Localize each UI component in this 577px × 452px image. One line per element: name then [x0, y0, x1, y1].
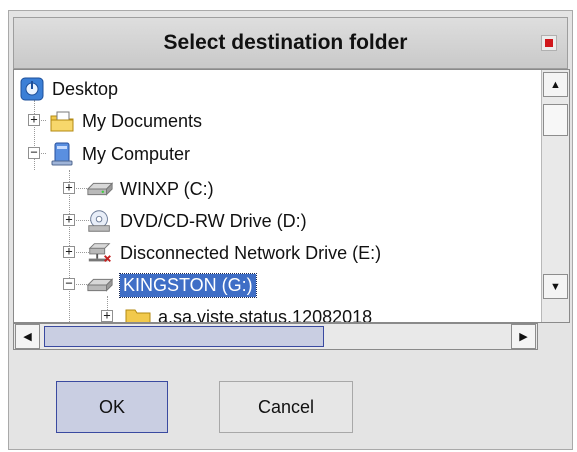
horizontal-scroll-thumb[interactable]	[44, 326, 324, 347]
network-drive-icon	[86, 241, 114, 265]
scroll-up-button[interactable]: ▲	[543, 72, 568, 97]
horizontal-scrollbar[interactable]: ◀ ▶	[13, 323, 538, 350]
ok-button[interactable]: OK	[56, 381, 168, 433]
arrow-right-icon: ▶	[519, 331, 528, 343]
scroll-down-button[interactable]: ▼	[543, 274, 568, 299]
desktop-icon	[18, 77, 46, 101]
vertical-scrollbar[interactable]: ▲ ▼	[541, 70, 569, 322]
tree-node-network-drive-e[interactable]: Disconnected Network Drive (E:)	[86, 237, 381, 269]
folder-icon	[124, 305, 152, 322]
tree-node-subfolder[interactable]: a.sa.viste.status.12082018	[124, 301, 372, 322]
dialog-footer: OK Cancel	[13, 353, 568, 447]
usb-drive-icon	[86, 273, 114, 297]
computer-icon	[48, 142, 76, 166]
close-icon	[545, 39, 553, 47]
tree-node-label: KINGSTON (G:)	[119, 272, 257, 298]
collapse-toggle[interactable]: −	[63, 277, 75, 290]
tree-node-desktop[interactable]: Desktop	[18, 73, 118, 105]
tree-node-label: My Documents	[82, 110, 203, 131]
close-button[interactable]	[541, 35, 557, 51]
tree-node-my-computer[interactable]: My Computer	[48, 138, 190, 170]
tree-node-label: Desktop	[52, 78, 119, 99]
arrow-left-icon: ◀	[23, 331, 32, 343]
expand-toggle[interactable]: +	[28, 113, 40, 126]
title-bar: Select destination folder	[13, 17, 568, 69]
expand-toggle[interactable]: +	[63, 213, 75, 226]
folder-tree[interactable]: Desktop + My Documents − My Computer + W…	[14, 70, 542, 322]
arrow-down-icon: ▼	[550, 280, 561, 293]
cd-drive-icon	[86, 209, 114, 233]
scroll-right-button[interactable]: ▶	[511, 324, 536, 349]
tree-node-winxp-c[interactable]: WINXP (C:)	[86, 173, 214, 205]
scroll-left-button[interactable]: ◀	[15, 324, 40, 349]
expand-toggle[interactable]: +	[63, 245, 75, 258]
tree-node-label: Disconnected Network Drive (E:)	[120, 242, 382, 263]
tree-node-dvd-drive-d[interactable]: DVD/CD-RW Drive (D:)	[86, 205, 307, 237]
tree-node-label: My Computer	[82, 143, 191, 164]
folder-tree-panel: Desktop + My Documents − My Computer + W…	[13, 69, 570, 323]
select-folder-dialog: Select destination folder Desktop + My D…	[8, 10, 573, 450]
tree-node-label: a.sa.viste.status.12082018	[158, 306, 373, 323]
cancel-button[interactable]: Cancel	[219, 381, 353, 433]
dialog-title: Select destination folder	[163, 31, 408, 54]
tree-node-label: DVD/CD-RW Drive (D:)	[120, 210, 307, 231]
arrow-up-icon: ▲	[550, 78, 561, 91]
collapse-toggle[interactable]: −	[28, 146, 40, 159]
expand-toggle[interactable]: +	[63, 181, 75, 194]
documents-folder-icon	[48, 109, 76, 133]
vertical-scroll-thumb[interactable]	[543, 104, 568, 136]
hard-drive-icon	[86, 177, 114, 201]
tree-node-label: WINXP (C:)	[120, 178, 214, 199]
tree-node-my-documents[interactable]: My Documents	[48, 105, 202, 137]
tree-node-kingston-g[interactable]: KINGSTON (G:)	[86, 269, 257, 301]
expand-toggle[interactable]: +	[101, 309, 113, 322]
